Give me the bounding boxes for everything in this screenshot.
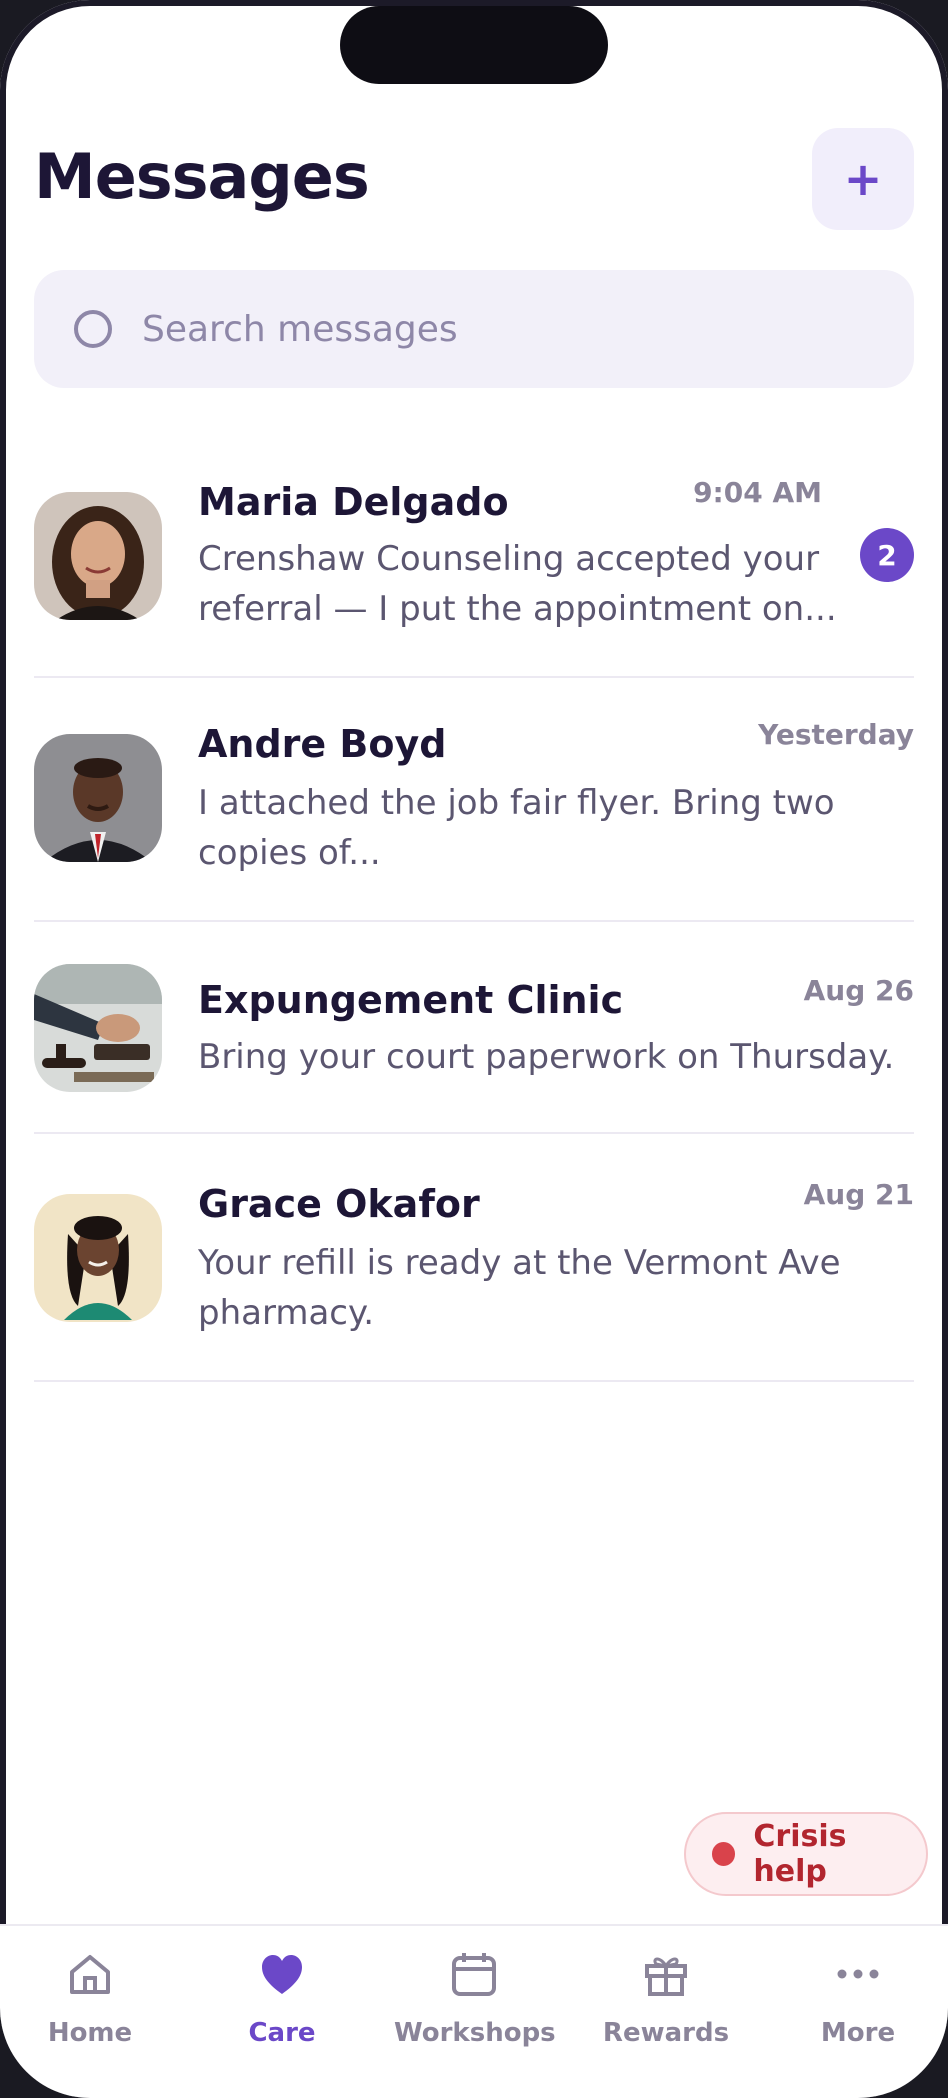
new-message-button[interactable]: +	[812, 128, 914, 230]
contact-name: Grace Okafor	[198, 1182, 480, 1226]
more-dots-icon	[837, 1969, 879, 1979]
alert-dot-icon	[712, 1842, 736, 1866]
avatar	[34, 734, 162, 862]
bottom-tab-bar: Home Care Workshops Rewards More	[0, 1924, 948, 2098]
tab-label: Rewards	[602, 2018, 730, 2048]
heart-icon	[262, 1955, 302, 1994]
message-preview: Bring your court paperwork on Thursday.	[198, 1037, 895, 1077]
avatar	[34, 964, 162, 1092]
conversation-row[interactable]: Grace Okafor Aug 21 Your refill is ready…	[34, 1134, 914, 1382]
crisis-help-button[interactable]: Crisis help	[684, 1812, 928, 1896]
contact-name: Expungement Clinic	[198, 978, 624, 1022]
tab-home[interactable]: Home	[10, 1952, 170, 2048]
message-time: Yesterday	[758, 718, 914, 751]
avatar	[34, 492, 162, 620]
message-time: 9:04 AM	[693, 476, 822, 509]
tab-care[interactable]: Care	[202, 1952, 362, 2048]
avatar	[34, 1194, 162, 1322]
search-icon	[74, 310, 112, 348]
page-title: Messages	[34, 140, 370, 213]
message-preview: I attached the job fair flyer. Bring two…	[198, 783, 835, 873]
conversation-row[interactable]: Andre Boyd Yesterday I attached the job …	[34, 678, 914, 922]
tab-rewards[interactable]: Rewards	[586, 1952, 746, 2048]
crisis-help-label: Crisis help	[753, 1819, 847, 1889]
conversation-list: Maria Delgado 9:04 AM Crenshaw Counselin…	[34, 440, 914, 1382]
home-icon	[70, 1955, 110, 1994]
contact-name: Maria Delgado	[198, 480, 509, 524]
message-time: Aug 21	[803, 1178, 914, 1211]
contact-name: Andre Boyd	[198, 722, 447, 766]
message-time: Aug 26	[803, 974, 914, 1007]
tab-label: Workshops	[394, 2018, 556, 2048]
calendar-icon	[452, 1953, 496, 1996]
conversation-row[interactable]: Maria Delgado 9:04 AM Crenshaw Counselin…	[34, 440, 914, 678]
search-input[interactable]	[140, 307, 844, 351]
tab-label: Care	[248, 2018, 316, 2048]
message-preview: Crenshaw Counseling accepted your referr…	[198, 539, 837, 629]
tab-more[interactable]: More	[778, 1952, 938, 2048]
search-bar[interactable]	[34, 270, 914, 388]
tab-workshops[interactable]: Workshops	[394, 1952, 556, 2048]
phone-screen: Messages + Maria Delgado 9:04 AM Crensha…	[0, 0, 948, 2098]
conversation-row[interactable]: Expungement Clinic Aug 26 Bring your cou…	[34, 922, 914, 1134]
dynamic-island	[340, 6, 608, 84]
tab-label: More	[820, 2018, 896, 2048]
tab-label: Home	[47, 2018, 133, 2048]
unread-badge: 2	[860, 528, 914, 582]
plus-icon: +	[843, 152, 883, 206]
gift-icon	[645, 1957, 687, 1996]
message-preview: Your refill is ready at the Vermont Ave …	[198, 1243, 841, 1333]
